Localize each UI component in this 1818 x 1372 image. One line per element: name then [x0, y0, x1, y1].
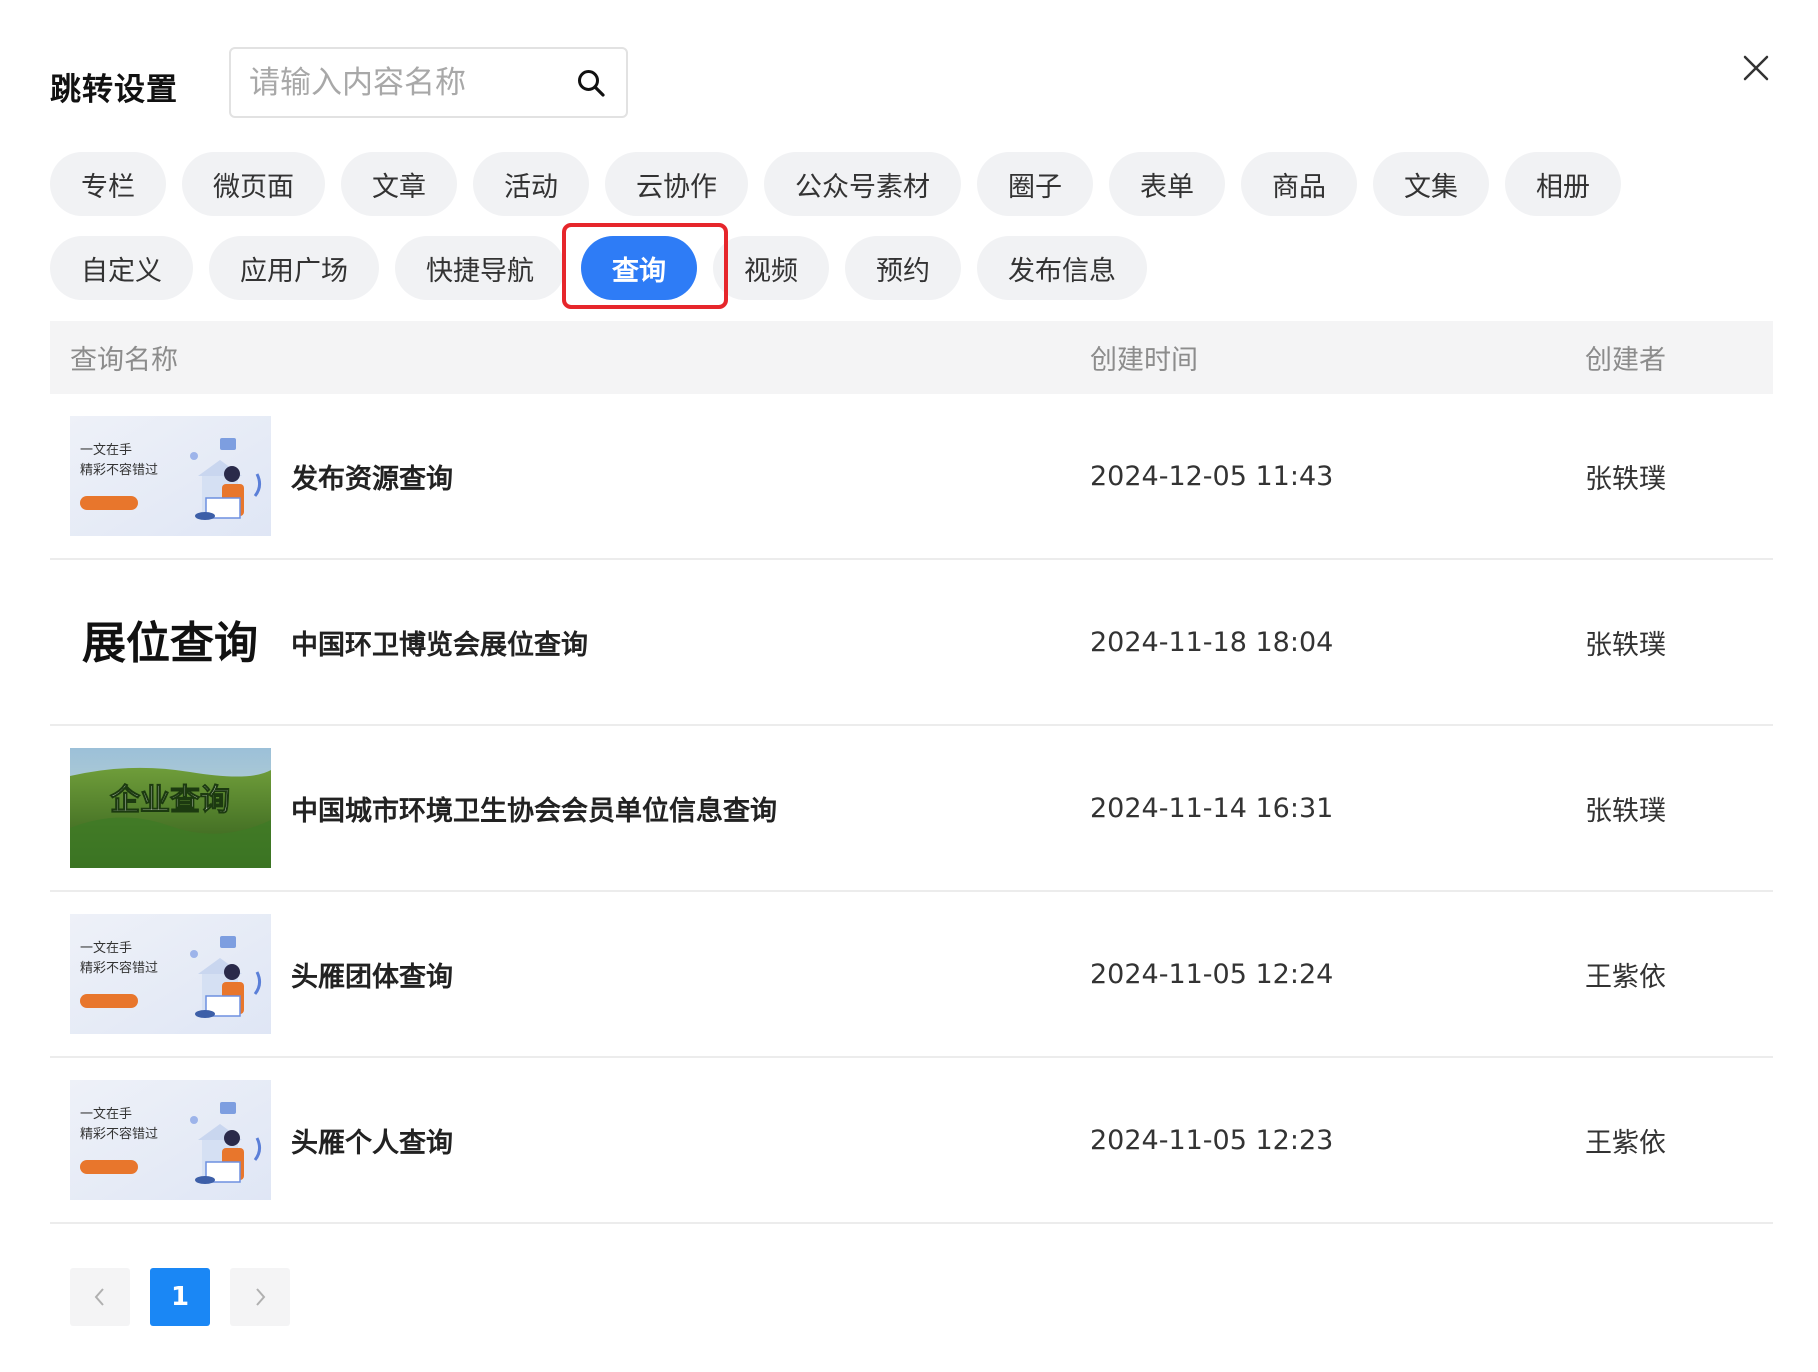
- thumbnail-text-line1: 一文在手: [80, 1107, 132, 1122]
- tab-row2-5[interactable]: 预约: [845, 236, 961, 300]
- table-row[interactable]: 一文在手 精彩不容错过 发布资源查询 2024-12-05 11:43 张轶璞: [50, 394, 1773, 560]
- row-name-cell: 企业查询 中国城市环境卫生协会会员单位信息查询: [50, 748, 1090, 868]
- tab-row1-6[interactable]: 圈子: [977, 152, 1093, 216]
- thumbnail-title: 企业查询: [110, 783, 230, 818]
- thumbnail-image: 一文在手 精彩不容错过: [70, 416, 271, 536]
- table-row[interactable]: 一文在手 精彩不容错过 头雁团体查询 2024-11-05 12:24 王紫依: [50, 892, 1773, 1058]
- search-input[interactable]: [247, 63, 574, 102]
- tab-row1-7[interactable]: 表单: [1109, 152, 1225, 216]
- row-created-time: 2024-12-05 11:43: [1090, 460, 1334, 492]
- row-created-time: 2024-11-05 12:24: [1090, 958, 1334, 990]
- thumbnail-text-line1: 一文在手: [80, 443, 132, 458]
- row-creator: 王紫依: [1585, 961, 1666, 993]
- search-box[interactable]: [229, 47, 628, 118]
- thumbnail-title: 展位查询: [82, 618, 258, 669]
- next-page-button[interactable]: [230, 1268, 290, 1326]
- chevron-right-icon: [256, 1288, 266, 1306]
- chevron-left-icon: [94, 1288, 104, 1306]
- tab-row1-9[interactable]: 文集: [1373, 152, 1489, 216]
- tab-row2-3[interactable]: 查询: [581, 236, 697, 300]
- tab-row1-1[interactable]: 微页面: [182, 152, 325, 216]
- row-creator: 王紫依: [1585, 1127, 1666, 1159]
- jump-settings-dialog: 跳转设置 专栏微页面文章活动云协作公众号素材圈子表单商品文集相册 自定义应用广场…: [0, 0, 1818, 1372]
- tab-row1-8[interactable]: 商品: [1241, 152, 1357, 216]
- tab-row1-4[interactable]: 云协作: [605, 152, 748, 216]
- tab-row2-6[interactable]: 发布信息: [977, 236, 1147, 300]
- row-creator: 张轶璞: [1585, 795, 1666, 827]
- pagination: 1: [70, 1268, 310, 1326]
- table-body: 一文在手 精彩不容错过 发布资源查询 2024-12-05 11:43 张轶璞 展位…: [50, 394, 1773, 1224]
- row-name-cell: 一文在手 精彩不容错过 头雁团体查询: [50, 914, 1090, 1034]
- thumbnail-text-line2: 精彩不容错过: [80, 462, 158, 478]
- row-created-time: 2024-11-14 16:31: [1090, 792, 1334, 824]
- row-created-time: 2024-11-05 12:23: [1090, 1124, 1334, 1156]
- column-header-creator: 创建者: [1585, 345, 1666, 376]
- row-name-cell: 一文在手 精彩不容错过 发布资源查询: [50, 416, 1090, 536]
- tab-row2-1[interactable]: 应用广场: [209, 236, 379, 300]
- table-header: 查询名称 创建时间 创建者: [50, 321, 1773, 394]
- row-thumbnail: 一文在手 精彩不容错过: [70, 416, 271, 536]
- table-row[interactable]: 一文在手 精彩不容错过 头雁个人查询 2024-11-05 12:23 王紫依: [50, 1058, 1773, 1224]
- tab-row2-0[interactable]: 自定义: [50, 236, 193, 300]
- row-created-time: 2024-11-18 18:04: [1090, 626, 1334, 658]
- table-row[interactable]: 展位查询 中国环卫博览会展位查询 2024-11-18 18:04 张轶璞: [50, 560, 1773, 726]
- row-name-cell: 展位查询 中国环卫博览会展位查询: [50, 582, 1090, 702]
- tab-row2-2[interactable]: 快捷导航: [395, 236, 565, 300]
- search-icon[interactable]: [574, 66, 608, 100]
- thumbnail-text-line2: 精彩不容错过: [80, 1126, 158, 1142]
- row-name[interactable]: 中国环卫博览会展位查询: [291, 623, 588, 662]
- row-thumbnail: 展位查询: [70, 582, 271, 702]
- tab-row2-4[interactable]: 视频: [713, 236, 829, 300]
- row-name[interactable]: 中国城市环境卫生协会会员单位信息查询: [291, 789, 777, 828]
- row-name[interactable]: 发布资源查询: [291, 457, 453, 496]
- thumbnail-image: 企业查询: [70, 748, 271, 868]
- tab-row1-5[interactable]: 公众号素材: [764, 152, 961, 216]
- row-thumbnail: 一文在手 精彩不容错过: [70, 914, 271, 1034]
- query-table: 查询名称 创建时间 创建者 一文在手 精彩不容错过 发布资源查询 2024-12-…: [50, 321, 1773, 1224]
- close-icon[interactable]: [1736, 48, 1776, 88]
- thumbnail-text-line1: 一文在手: [80, 941, 132, 956]
- thumbnail-image: 展位查询: [70, 582, 271, 702]
- row-name-cell: 一文在手 精彩不容错过 头雁个人查询: [50, 1080, 1090, 1200]
- row-thumbnail: 企业查询: [70, 748, 271, 868]
- prev-page-button[interactable]: [70, 1268, 130, 1326]
- column-header-time: 创建时间: [1090, 345, 1198, 376]
- tab-row1-3[interactable]: 活动: [473, 152, 589, 216]
- row-name[interactable]: 头雁团体查询: [291, 955, 453, 994]
- tab-row: 自定义 应用广场 快捷导航 查询 视频 预约 发布信息: [50, 236, 1770, 300]
- thumbnail-text-line2: 精彩不容错过: [80, 960, 158, 976]
- tab-row1-0[interactable]: 专栏: [50, 152, 166, 216]
- tab-row1-10[interactable]: 相册: [1505, 152, 1621, 216]
- row-creator: 张轶璞: [1585, 629, 1666, 661]
- tab-row1-2[interactable]: 文章: [341, 152, 457, 216]
- table-row[interactable]: 企业查询 中国城市环境卫生协会会员单位信息查询 2024-11-14 16:31 张…: [50, 726, 1773, 892]
- row-creator: 张轶璞: [1585, 463, 1666, 495]
- tab-row: 专栏 微页面 文章 活动 云协作 公众号素材 圈子 表单 商品 文集 相册: [50, 152, 1770, 216]
- thumbnail-image: 一文在手 精彩不容错过: [70, 914, 271, 1034]
- dialog-title: 跳转设置: [50, 72, 178, 108]
- row-thumbnail: 一文在手 精彩不容错过: [70, 1080, 271, 1200]
- column-header-name: 查询名称: [70, 345, 178, 376]
- page-number-button[interactable]: 1: [150, 1268, 210, 1326]
- row-name[interactable]: 头雁个人查询: [291, 1121, 453, 1160]
- thumbnail-image: 一文在手 精彩不容错过: [70, 1080, 271, 1200]
- content-type-tabs: 专栏 微页面 文章 活动 云协作 公众号素材 圈子 表单 商品 文集 相册 自定义 应用广场 快捷导航查…: [50, 152, 1770, 320]
